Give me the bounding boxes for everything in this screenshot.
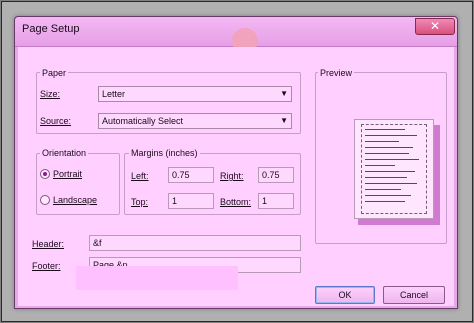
footer-label: Footer: — [32, 261, 61, 271]
preview-text-line — [365, 153, 409, 154]
chevron-down-icon: ▼ — [280, 89, 288, 98]
orientation-group — [36, 153, 120, 215]
preview-group-label: Preview — [318, 68, 355, 78]
size-label: Size: — [40, 89, 61, 99]
left-margin-label: Left: — [131, 171, 149, 181]
source-label: Source: — [40, 116, 72, 126]
preview-text-line — [365, 189, 401, 190]
preview-text-line — [365, 195, 411, 196]
size-value: Letter — [102, 89, 126, 99]
landscape-radio[interactable] — [40, 195, 50, 205]
header-label: Header: — [32, 239, 65, 249]
preview-text-line — [365, 135, 417, 136]
chevron-down-icon: ▼ — [280, 116, 288, 125]
cancel-button[interactable]: Cancel — [383, 286, 445, 304]
paper-group-label: Paper — [40, 68, 69, 78]
source-value: Automatically Select — [102, 116, 184, 126]
margins-group-label: Margins (inches) — [129, 148, 200, 158]
preview-page — [354, 119, 434, 219]
bottom-margin-input[interactable]: 1 — [258, 193, 294, 209]
landscape-label[interactable]: Landscape — [53, 195, 97, 205]
header-input[interactable]: &f — [89, 235, 301, 251]
bottom-margin-label: Bottom: — [220, 197, 252, 207]
ok-button[interactable]: OK — [315, 286, 375, 304]
preview-text-line — [365, 129, 405, 130]
top-margin-input[interactable]: 1 — [168, 193, 214, 209]
close-button[interactable]: ✕ — [415, 18, 455, 35]
window-title: Page Setup — [22, 23, 80, 35]
preview-text-line — [365, 147, 413, 148]
right-margin-label: Right: — [220, 171, 244, 181]
portrait-radio[interactable] — [40, 169, 50, 179]
right-margin-input[interactable]: 0.75 — [258, 167, 294, 183]
left-margin-input[interactable]: 0.75 — [168, 167, 214, 183]
portrait-label[interactable]: Portrait — [53, 169, 82, 179]
preview-text-line — [365, 201, 405, 202]
preview-text-line — [365, 183, 417, 184]
orientation-group-label: Orientation — [40, 148, 89, 158]
preview-text-line — [365, 159, 419, 160]
preview-text-line — [365, 171, 415, 172]
size-select[interactable]: Letter ▼ — [98, 86, 292, 102]
preview-text-line — [365, 177, 407, 178]
top-margin-label: Top: — [131, 197, 149, 207]
ghost-overlay — [76, 266, 238, 290]
preview-text-line — [365, 141, 399, 142]
preview-text-line — [365, 165, 395, 166]
source-select[interactable]: Automatically Select ▼ — [98, 113, 292, 129]
